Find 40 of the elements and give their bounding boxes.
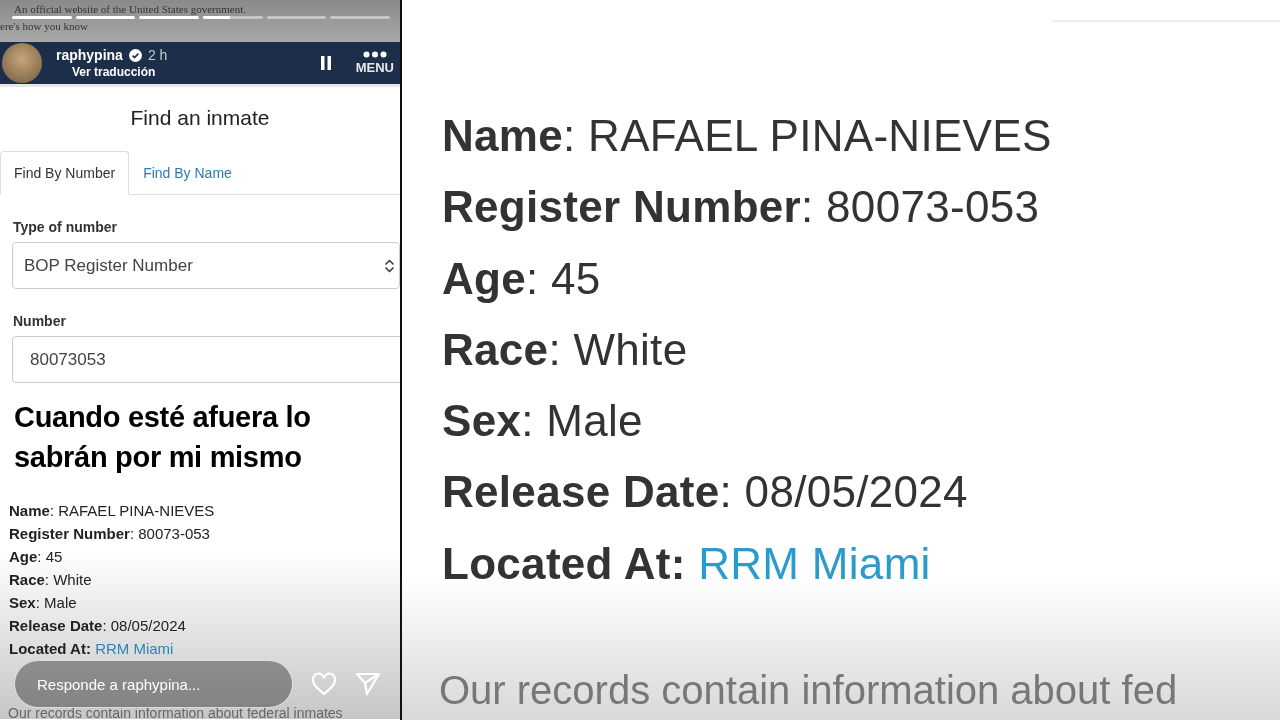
detail-line: Register Number: 80073-053 [9, 524, 211, 544]
pause-icon[interactable] [319, 55, 332, 71]
input-field[interactable]: 80073053 [12, 336, 400, 383]
banner-text: An official website of the United States government. [14, 3, 246, 15]
page-title: Find an inmate [129, 106, 271, 130]
story-caption: Cuando esté afuera lo sabrán por mi mismo [13, 400, 312, 475]
detail-line: Located At: RRM Miami [442, 537, 932, 590]
detail-line: Age: 45 [9, 547, 64, 567]
detail-line: Name: RAFAEL PINA-NIEVES [442, 110, 1053, 162]
field-label: Type of number [13, 219, 118, 235]
footer-text: Our records contain information about federal inmates [8, 705, 343, 720]
tab[interactable]: Find By Number [0, 151, 130, 195]
menu-label: MENU [355, 60, 394, 75]
post-time: 2 h [147, 47, 168, 63]
reply-field[interactable]: Responde a raphypina... [14, 660, 293, 708]
story-progress-bar [139, 16, 199, 19]
story-progress-bar [12, 16, 72, 19]
detail-line: Race: White [9, 570, 93, 590]
tab[interactable]: Find By Name [129, 151, 246, 195]
detail-line: Located At: RRM Miami [9, 639, 175, 659]
story-progress-bar [203, 16, 263, 19]
detail-line: Sex: Male [442, 395, 644, 448]
dropdown[interactable]: BOP Register Number [12, 242, 400, 289]
footer-text: Our records contain information about fed [438, 668, 1179, 714]
translate-link[interactable]: Ver traducción [72, 65, 320, 79]
chevron-icon [384, 258, 395, 273]
username[interactable]: raphypina [56, 47, 123, 63]
menu-button[interactable]: MENU [355, 51, 394, 75]
dots-icon [362, 51, 387, 58]
detail-line: Release Date: 08/05/2024 [442, 466, 969, 519]
banner-link[interactable]: ere's how you know [0, 20, 88, 32]
detail-line: Race: White [442, 323, 689, 376]
avatar[interactable] [2, 43, 42, 83]
detail-line: Register Number: 80073-053 [442, 181, 1041, 234]
detail-line: Age: 45 [442, 252, 602, 305]
story-progress-bar [75, 16, 136, 19]
detail-line: Name: RAFAEL PINA-NIEVES [9, 501, 216, 521]
detail-line: Sex: Male [9, 593, 78, 613]
detail-line: Release Date: 08/05/2024 [9, 616, 187, 636]
field-label: Number [13, 313, 67, 329]
